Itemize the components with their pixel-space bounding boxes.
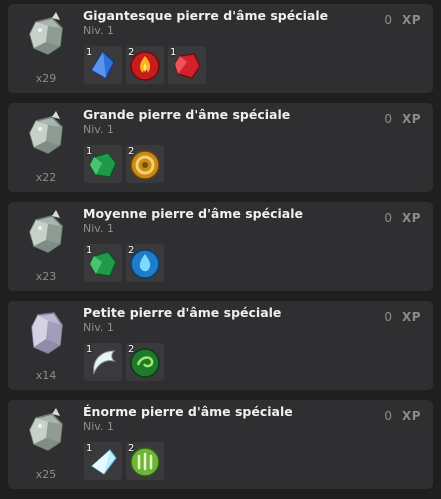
resource-count: 2 xyxy=(128,245,135,256)
resource-slots: 1 2 xyxy=(84,244,164,282)
xp-reward: 0 XP xyxy=(384,13,421,27)
stone-quantity: x14 xyxy=(35,369,57,382)
stone-quantity: x25 xyxy=(35,468,57,481)
stone-level: Niv. 1 xyxy=(83,420,114,433)
resource-slot[interactable]: 2 xyxy=(126,343,164,381)
resource-slots: 1 2 xyxy=(84,442,164,480)
stone-level: Niv. 1 xyxy=(83,222,114,235)
stone-title: Petite pierre d'âme spéciale xyxy=(83,305,282,320)
soul-stone-card[interactable]: x23 Moyenne pierre d'âme spéciale Niv. 1… xyxy=(8,202,433,291)
stone-title: Énorme pierre d'âme spéciale xyxy=(83,404,293,419)
stone-quantity: x29 xyxy=(35,72,57,85)
resource-slot[interactable]: 2 xyxy=(126,244,164,282)
resource-slot[interactable]: 1 xyxy=(168,46,206,84)
stone-quantity: x22 xyxy=(35,171,57,184)
xp-reward: 0 XP xyxy=(384,112,421,126)
resource-slot[interactable]: 2 xyxy=(126,145,164,183)
stone-title: Moyenne pierre d'âme spéciale xyxy=(83,206,303,221)
gray-soul-stone-icon xyxy=(22,111,70,161)
resource-slots: 1 2 1 xyxy=(84,46,206,84)
resource-slot[interactable]: 1 xyxy=(84,244,122,282)
resource-count: 1 xyxy=(86,47,93,58)
soul-stone-card[interactable]: x22 Grande pierre d'âme spéciale Niv. 1 … xyxy=(8,103,433,192)
soul-stone-list: x29 Gigantesque pierre d'âme spéciale Ni… xyxy=(0,0,441,499)
gray-soul-stone-icon xyxy=(22,12,70,62)
resource-count: 1 xyxy=(86,344,93,355)
resource-count: 2 xyxy=(128,443,135,454)
stone-quantity: x23 xyxy=(35,270,57,283)
stone-level: Niv. 1 xyxy=(83,123,114,136)
xp-reward: 0 XP xyxy=(384,409,421,423)
resource-count: 1 xyxy=(86,245,93,256)
xp-value: 0 xyxy=(384,13,392,27)
resource-slot[interactable]: 1 xyxy=(84,343,122,381)
soul-stone-card[interactable]: x29 Gigantesque pierre d'âme spéciale Ni… xyxy=(8,4,433,93)
resource-slots: 1 2 xyxy=(84,343,164,381)
resource-count: 1 xyxy=(170,47,177,58)
stone-title: Grande pierre d'âme spéciale xyxy=(83,107,291,122)
xp-label: XP xyxy=(401,310,421,324)
xp-reward: 0 XP xyxy=(384,211,421,225)
xp-value: 0 xyxy=(384,310,392,324)
gray-soul-stone-icon xyxy=(22,210,70,260)
xp-label: XP xyxy=(401,13,421,27)
xp-value: 0 xyxy=(384,409,392,423)
xp-reward: 0 XP xyxy=(384,310,421,324)
resource-slot[interactable]: 2 xyxy=(126,442,164,480)
resource-slot[interactable]: 1 xyxy=(84,145,122,183)
stone-level: Niv. 1 xyxy=(83,321,114,334)
xp-value: 0 xyxy=(384,112,392,126)
resource-slot[interactable]: 2 xyxy=(126,46,164,84)
xp-label: XP xyxy=(401,211,421,225)
stone-title: Gigantesque pierre d'âme spéciale xyxy=(83,8,329,23)
resource-count: 2 xyxy=(128,47,135,58)
xp-label: XP xyxy=(401,409,421,423)
soul-stone-card[interactable]: x14 Petite pierre d'âme spéciale Niv. 1 … xyxy=(8,301,433,390)
lavender-soul-stone-icon xyxy=(22,309,70,359)
soul-stone-card[interactable]: x25 Énorme pierre d'âme spéciale Niv. 1 … xyxy=(8,400,433,489)
xp-label: XP xyxy=(401,112,421,126)
stone-level: Niv. 1 xyxy=(83,24,114,37)
resource-slots: 1 2 xyxy=(84,145,164,183)
resource-count: 1 xyxy=(86,146,93,157)
resource-slot[interactable]: 1 xyxy=(84,46,122,84)
gray-soul-stone-icon xyxy=(22,408,70,458)
resource-count: 1 xyxy=(86,443,93,454)
resource-count: 2 xyxy=(128,146,135,157)
resource-count: 2 xyxy=(128,344,135,355)
resource-slot[interactable]: 1 xyxy=(84,442,122,480)
xp-value: 0 xyxy=(384,211,392,225)
